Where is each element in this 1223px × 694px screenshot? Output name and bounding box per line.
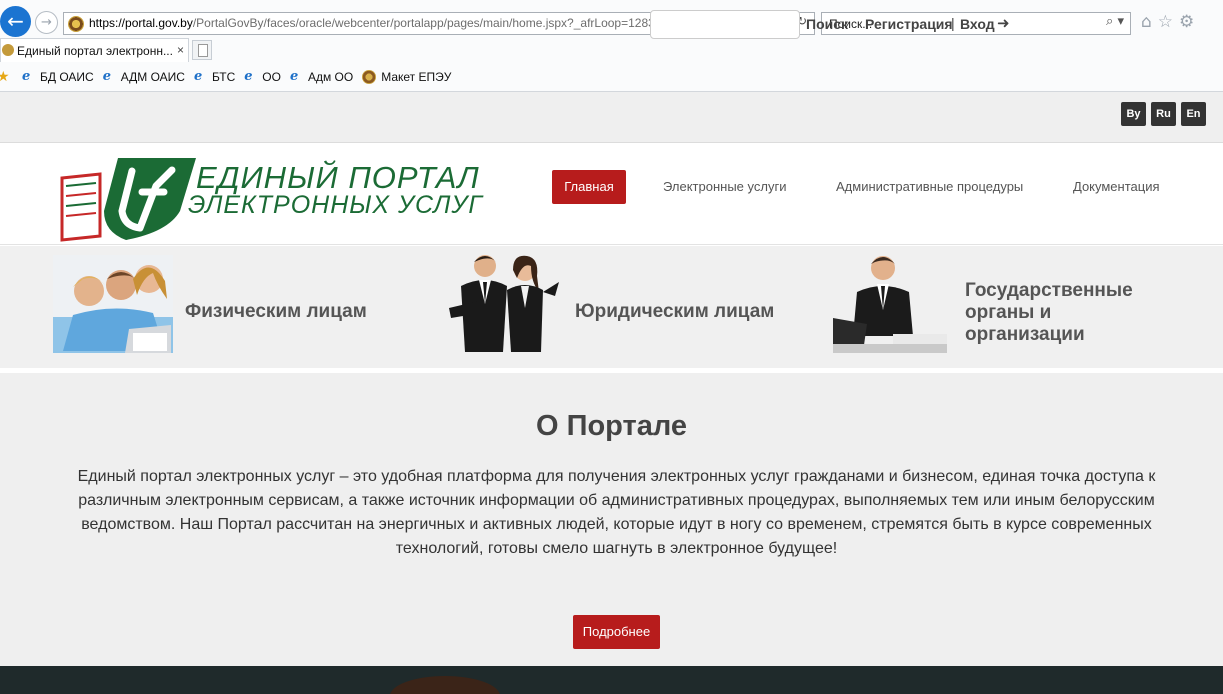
- banner-image-fragment: [390, 676, 500, 694]
- ie-page-icon: e: [22, 69, 31, 84]
- link-separator: |: [951, 15, 955, 31]
- about-text: Единый портал электронных услуг – это уд…: [77, 468, 1156, 557]
- dark-banner: [0, 666, 1223, 694]
- favorite-link[interactable]: e БД ОАИС: [22, 70, 94, 84]
- login-link[interactable]: Вход: [960, 16, 995, 32]
- nav-home[interactable]: Главная: [552, 170, 626, 204]
- favorite-label: БТС: [211, 70, 236, 84]
- register-link[interactable]: Регистрация: [865, 16, 953, 32]
- browser-toolbar: ← → https://portal.gov.by/PortalGovBy/fa…: [0, 0, 1223, 38]
- favorite-label: Адм ОО: [307, 70, 354, 84]
- favorite-link[interactable]: Макет ЕПЭУ: [362, 70, 451, 84]
- favorites-bar: ★ e БД ОАИС e АДМ ОАИС e БТС e ОО e Адм ОО Ма…: [0, 62, 1223, 92]
- tab-emblem-icon: [2, 44, 14, 56]
- home-icon[interactable]: ⌂: [1141, 12, 1152, 32]
- more-button[interactable]: Подробнее: [573, 615, 660, 649]
- favorites-star-icon[interactable]: ☆: [1158, 12, 1173, 32]
- logo-title-line2: ЭЛЕКТРОННЫХ УСЛУГ: [188, 191, 483, 219]
- about-title: О Портале: [535, 410, 687, 442]
- portal-logo-icon[interactable]: [60, 156, 200, 242]
- business-people-photo[interactable]: [443, 252, 560, 354]
- favorites-list: e БД ОАИС e АДМ ОАИС e БТС e ОО e Адм ОО Маке…: [22, 70, 460, 84]
- favorite-link[interactable]: e ОО: [244, 70, 281, 84]
- favorites-add-icon[interactable]: ★: [0, 69, 10, 85]
- favorite-link[interactable]: e Адм ОО: [290, 70, 353, 84]
- ie-page-icon: e: [193, 69, 203, 84]
- back-arrow-icon[interactable]: ←: [0, 6, 31, 37]
- lang-en-button[interactable]: En: [1181, 102, 1206, 126]
- search-icon[interactable]: ⌕ ▾: [1106, 14, 1124, 29]
- sign-in-icon[interactable]: ➜: [997, 14, 1010, 32]
- close-icon[interactable]: ×: [177, 43, 184, 57]
- forward-arrow-icon[interactable]: →: [35, 11, 58, 34]
- lang-ru-button[interactable]: Ru: [1151, 102, 1176, 126]
- url-host: https://portal.gov.by: [89, 16, 193, 30]
- emblem-icon: [362, 70, 377, 84]
- nav-e-services[interactable]: Электронные услуги: [663, 179, 786, 194]
- lang-by-button[interactable]: By: [1121, 102, 1146, 126]
- audience-individuals-link[interactable]: Физическим лицам: [185, 301, 367, 323]
- tab-title: Единый портал электронн...: [17, 44, 173, 58]
- favorite-label: БД ОАИС: [40, 70, 94, 84]
- portal-search-button[interactable]: Поиск: [806, 16, 848, 32]
- ie-page-icon: e: [244, 69, 253, 84]
- ie-page-icon: e: [102, 69, 111, 84]
- favorite-link[interactable]: e БТС: [194, 70, 235, 84]
- favorite-label: АДМ ОАИС: [120, 70, 185, 84]
- nav-documentation[interactable]: Документация: [1073, 179, 1160, 194]
- browser-icons: ⌂ ☆ ⚙: [1141, 12, 1200, 32]
- family-photo[interactable]: [53, 255, 173, 353]
- nav-admin-procedures[interactable]: Административные процедуры: [836, 179, 1023, 194]
- favorite-label: ОО: [262, 70, 281, 84]
- tab-strip: Единый портал электронн... ×: [0, 38, 1223, 62]
- ie-page-icon: e: [289, 69, 299, 84]
- audience-government-link[interactable]: Государственные органы и организации: [965, 280, 1165, 346]
- site-emblem-icon: [68, 16, 84, 32]
- favorite-label: Макет ЕПЭУ: [381, 70, 452, 84]
- official-photo[interactable]: [833, 252, 947, 353]
- audience-legal-link[interactable]: Юридическим лицам: [575, 301, 774, 323]
- browser-tab[interactable]: Единый портал электронн... ×: [0, 38, 189, 62]
- new-tab-button[interactable]: [192, 40, 212, 60]
- gear-icon[interactable]: ⚙: [1179, 12, 1194, 32]
- portal-search-input[interactable]: [650, 10, 800, 39]
- favorite-link[interactable]: e АДМ ОАИС: [103, 70, 185, 84]
- portal-topbar: [0, 92, 1223, 143]
